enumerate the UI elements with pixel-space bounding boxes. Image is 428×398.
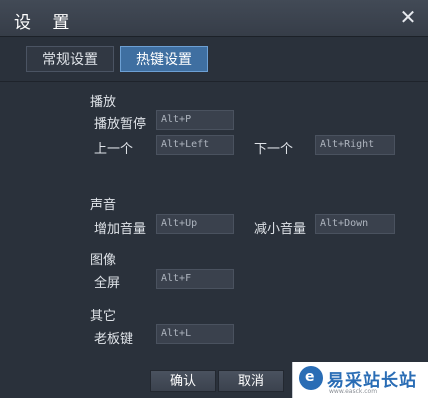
cancel-button[interactable]: 取消 [218, 370, 284, 392]
hotkey-field-volume-up[interactable]: Alt+Up [156, 214, 234, 234]
label-fullscreen: 全屏 [94, 276, 121, 291]
label-boss-key: 老板键 [94, 332, 134, 347]
hotkey-field-previous[interactable]: Alt+Left [156, 135, 234, 155]
hotkey-field-play-pause[interactable]: Alt+P [156, 110, 234, 130]
section-title-other: 其它 [90, 309, 117, 324]
close-icon[interactable]: ✕ [398, 6, 418, 28]
label-volume-down: 减小音量 [254, 222, 307, 237]
label-volume-up: 增加音量 [94, 222, 147, 237]
hotkey-field-fullscreen[interactable]: Alt+F [156, 269, 234, 289]
tab-bar: 常规设置 热键设置 [0, 37, 428, 82]
confirm-button[interactable]: 确认 [150, 370, 216, 392]
watermark-logo: e 易采站长站 www.easck.com [292, 362, 428, 398]
site-logo-glyph: e [305, 369, 315, 385]
window-title: 设 置 [14, 13, 78, 33]
title-bar: 设 置 ✕ [0, 0, 428, 37]
tab-hotkey-settings[interactable]: 热键设置 [120, 46, 208, 72]
site-logo-icon: e [299, 366, 323, 390]
section-title-image: 图像 [90, 253, 117, 268]
label-play-pause: 播放暂停 [94, 117, 147, 132]
watermark-url: www.easck.com [329, 388, 378, 395]
section-title-sound: 声音 [90, 198, 117, 213]
hotkey-field-volume-down[interactable]: Alt+Down [315, 214, 395, 234]
hotkey-field-boss-key[interactable]: Alt+L [156, 324, 234, 344]
hotkey-field-next[interactable]: Alt+Right [315, 135, 395, 155]
section-title-playback: 播放 [90, 95, 117, 110]
tab-general-settings[interactable]: 常规设置 [26, 46, 114, 72]
label-next: 下一个 [254, 142, 294, 157]
label-previous: 上一个 [94, 142, 134, 157]
